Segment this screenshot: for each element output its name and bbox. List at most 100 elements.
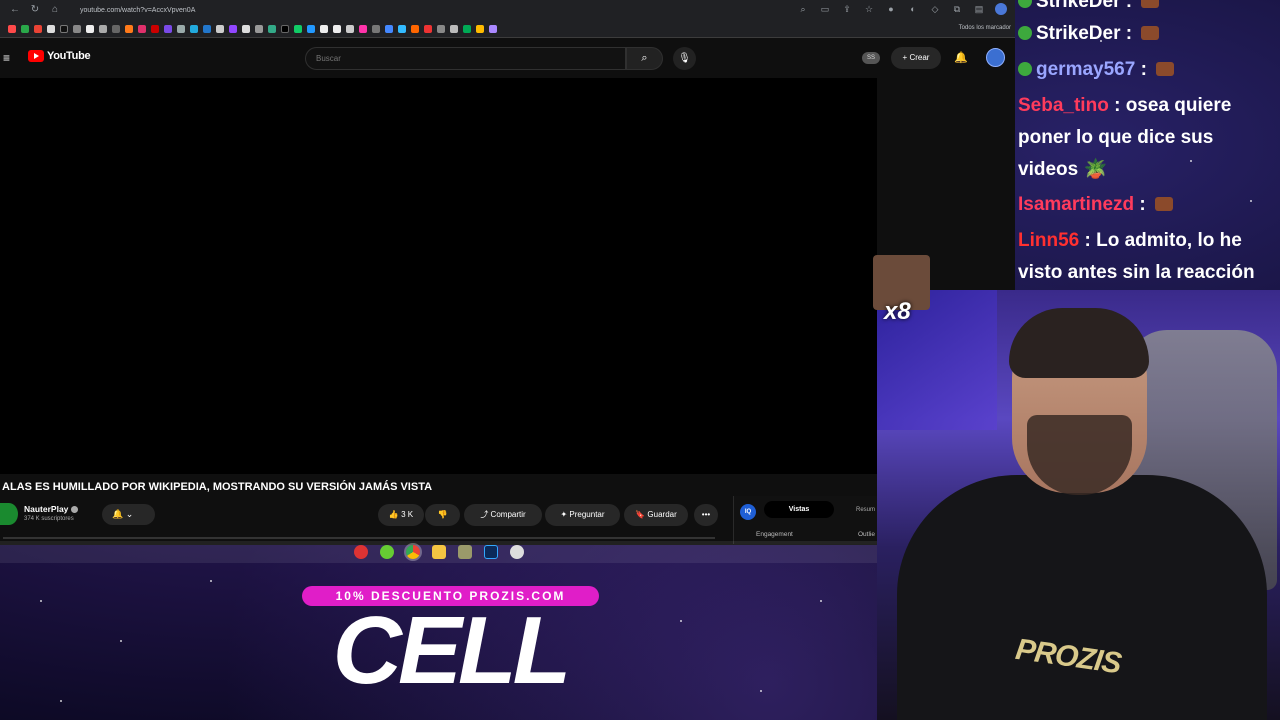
ss-badge[interactable]: SS [862, 52, 880, 64]
microphone-icon: 🎙 [678, 53, 691, 64]
webcam-feed: PROZIS [877, 290, 1280, 720]
more-actions-button[interactable]: ••• [694, 504, 718, 526]
bookmark-icon[interactable] [8, 24, 16, 33]
search-icon: ⌕ [641, 52, 648, 64]
channel-name-text: NauterPlay [24, 504, 69, 514]
back-icon[interactable]: ← [8, 3, 22, 17]
share-button[interactable]: ⤴ Compartir [464, 504, 542, 526]
youtube-logo[interactable]: YouTube [28, 50, 91, 62]
bookmark-icon[interactable] [424, 24, 432, 33]
bookmark-icon[interactable] [164, 24, 172, 33]
extensions-puzzle-icon[interactable]: ⧉ [951, 3, 963, 15]
create-button[interactable]: + Crear [891, 47, 941, 69]
tiktok-icon[interactable] [60, 24, 68, 33]
extension-icon[interactable]: ◇ [929, 3, 941, 15]
ask-button[interactable]: ✦ Preguntar [545, 504, 620, 526]
share-label: Compartir [490, 510, 526, 519]
iq-logo-icon: IQ [740, 504, 756, 520]
bookmark-icon[interactable] [294, 24, 302, 33]
chat-emote-icon: 🪴 [1083, 159, 1108, 180]
app-icon[interactable] [457, 545, 472, 559]
chat-message: Seba_tino : osea quiere poner lo que dic… [1018, 95, 1232, 180]
bookmark-icon[interactable] [333, 24, 341, 33]
bookmark-icon[interactable] [99, 24, 107, 33]
bookmark-icon[interactable] [489, 24, 497, 33]
bookmark-icon[interactable] [73, 24, 81, 33]
tab-resumen[interactable]: Resum [856, 507, 875, 513]
share-page-icon[interactable]: ⇪ [841, 3, 853, 15]
bookmark-icon[interactable] [255, 24, 263, 33]
bookmark-icon[interactable] [281, 24, 289, 33]
channel-avatar[interactable] [0, 503, 18, 525]
thumbs-up-icon: 👍 [388, 510, 399, 519]
bookmark-icon[interactable] [177, 24, 185, 33]
bookmark-icon[interactable] [203, 24, 211, 33]
ask-label: Preguntar [569, 510, 605, 519]
bookmark-icon[interactable] [216, 24, 224, 33]
home-icon[interactable]: ⌂ [48, 3, 62, 17]
bookmark-star-icon[interactable]: ☆ [863, 3, 875, 15]
profile-icon[interactable] [995, 3, 1007, 15]
bookmark-icon[interactable] [307, 24, 315, 33]
save-button[interactable]: 🔖 Guardar [624, 504, 688, 526]
sparkle-icon: ✦ [560, 510, 568, 519]
create-label: Crear [909, 53, 930, 62]
bookmark-icon[interactable] [398, 24, 406, 33]
streamer-hair [1009, 308, 1149, 378]
gmail-icon[interactable] [34, 24, 42, 33]
sidebar-icon[interactable]: ▤ [973, 3, 985, 15]
bookmark-icon[interactable] [21, 24, 29, 33]
url-text[interactable]: youtube.com/watch?v=AccxVpven0A [80, 7, 195, 14]
voice-search-button[interactable]: 🎙 [673, 47, 696, 70]
bookmark-icon[interactable] [320, 24, 328, 33]
bookmark-icon[interactable] [372, 24, 380, 33]
photoshop-icon[interactable] [483, 545, 498, 559]
zoom-icon[interactable]: ⌕ [797, 3, 809, 15]
hamburger-menu-icon[interactable]: ≡ [3, 51, 15, 65]
bookmark-icon[interactable] [359, 24, 367, 33]
extension-icon[interactable]: ● [885, 3, 897, 15]
bookmark-icon[interactable] [385, 24, 393, 33]
bell-icon: 🔔 [112, 509, 124, 519]
verified-icon [71, 506, 79, 514]
bookmark-icon[interactable] [437, 24, 445, 33]
bookmark-icon[interactable] [463, 24, 471, 33]
search-button[interactable]: ⌕ [626, 47, 663, 70]
twitch-icon[interactable] [229, 24, 237, 33]
notifications-bell-icon[interactable]: 🔔 [954, 51, 968, 64]
tab-vistas[interactable]: Vistas [764, 501, 834, 518]
bookmark-icon[interactable] [190, 24, 198, 33]
dislike-button[interactable]: 👎 [425, 504, 460, 526]
app-icon[interactable] [353, 545, 368, 559]
all-bookmarks-folder[interactable]: Todos los marcador [959, 25, 1011, 31]
x-icon[interactable] [47, 24, 55, 33]
app-icon[interactable] [509, 545, 524, 559]
bookmark-icon[interactable] [450, 24, 458, 33]
bookmark-icon[interactable] [112, 24, 120, 33]
extension-icon[interactable]: ◐ [907, 3, 919, 15]
account-avatar[interactable] [986, 48, 1005, 67]
bookmark-icon[interactable] [151, 24, 159, 33]
file-explorer-icon[interactable] [431, 545, 446, 559]
bookmark-icon[interactable] [125, 24, 133, 33]
bookmark-icon[interactable] [268, 24, 276, 33]
app-icon[interactable] [379, 545, 394, 559]
video-player[interactable] [0, 78, 877, 474]
reload-icon[interactable]: ↻ [28, 3, 42, 17]
bookmark-icon[interactable] [411, 24, 419, 33]
bookmark-icon[interactable] [346, 24, 354, 33]
instagram-icon[interactable] [138, 24, 146, 33]
star [760, 690, 762, 692]
subscription-bell-button[interactable]: 🔔 ⌄ [102, 504, 155, 525]
chrome-icon[interactable] [403, 543, 422, 561]
chat-username: Isamartinezd [1018, 194, 1135, 215]
chat-emote-icon [1155, 197, 1174, 211]
promo-brand-text: CELL [332, 597, 572, 704]
search-input[interactable] [316, 54, 616, 63]
bookmark-icon[interactable] [86, 24, 94, 33]
like-button[interactable]: 👍 3 K [378, 504, 424, 526]
drive-icon[interactable] [476, 24, 484, 33]
channel-name[interactable]: NauterPlay [24, 504, 79, 514]
cast-icon[interactable]: ▭ [819, 3, 831, 15]
bookmark-icon[interactable] [242, 24, 250, 33]
